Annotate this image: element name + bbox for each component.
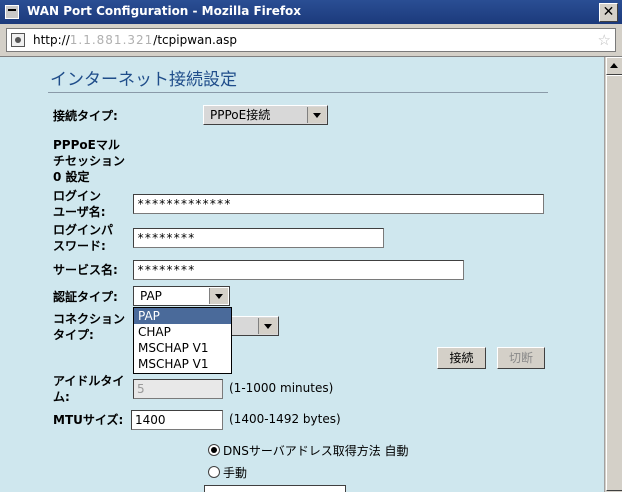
connection-mode-label-line: コネクション: [53, 312, 126, 326]
login-user-label: ログイン ユーザ名:: [53, 188, 106, 220]
login-password-label-line: ログインパ: [53, 223, 114, 237]
login-user-input[interactable]: *************: [133, 194, 544, 214]
scrollbar-thumb[interactable]: [606, 75, 622, 491]
service-name-input[interactable]: ********: [133, 260, 464, 280]
auth-option-pap[interactable]: PAP: [134, 308, 231, 324]
auth-type-dropdown-list[interactable]: PAP CHAP MSCHAP V1 MSCHAP V1: [133, 307, 232, 374]
chevron-down-icon[interactable]: [258, 318, 277, 334]
page-content: インターネット接続設定 接続タイプ: PPPoE接続 PPPoEマル チセッショ…: [0, 57, 604, 492]
connection-mode-label: コネクション タイプ:: [53, 311, 125, 343]
window-menu-icon[interactable]: [5, 5, 19, 19]
connection-type-label: 接続タイプ:: [53, 109, 118, 123]
url-text[interactable]: http://1.1.881.321/tcpipwan.asp: [33, 33, 237, 47]
auth-option-mschap-v1[interactable]: MSCHAP V1: [134, 340, 231, 356]
mtu-input[interactable]: 1400: [131, 410, 223, 430]
idle-time-input[interactable]: 5: [133, 379, 223, 399]
login-password-input[interactable]: ********: [133, 228, 384, 248]
idle-time-hint: (1-1000 minutes): [229, 381, 334, 395]
multisession-label: PPPoEマル チセッション 0 設定: [53, 137, 125, 185]
dns-manual-radio[interactable]: [208, 466, 220, 478]
url-prefix: http://: [33, 33, 70, 47]
login-user-label-line: ユーザ名:: [53, 205, 106, 219]
vertical-scrollbar[interactable]: [604, 57, 622, 492]
connection-mode-label-line: タイプ:: [53, 328, 94, 342]
chevron-down-icon[interactable]: [209, 288, 228, 304]
connect-button[interactable]: 接続: [437, 347, 486, 369]
connection-type-select[interactable]: PPPoE接続: [203, 105, 328, 125]
site-identity-icon[interactable]: [11, 33, 25, 47]
idle-time-label-line: アイドルタイ: [53, 374, 125, 388]
disconnect-button[interactable]: 切断: [497, 347, 545, 369]
chevron-down-icon[interactable]: [307, 107, 326, 123]
page-title: インターネット接続設定: [50, 70, 237, 90]
idle-time-label-line: ム:: [53, 390, 70, 404]
multisession-label-line: 0 設定: [53, 170, 90, 184]
idle-time-label: アイドルタイ ム:: [53, 373, 124, 405]
window-titlebar: WAN Port Configuration - Mozilla Firefox…: [0, 0, 622, 24]
auth-option-chap[interactable]: CHAP: [134, 324, 231, 340]
login-password-label-line: スワード:: [53, 239, 106, 253]
auth-type-value: PAP: [140, 289, 162, 303]
dns-auto-label: DNSサーバアドレス取得方法 自動: [223, 444, 409, 458]
bookmark-star-icon[interactable]: ☆: [598, 31, 611, 49]
mtu-hint: (1400-1492 bytes): [229, 412, 341, 426]
auth-type-select[interactable]: PAP: [133, 286, 230, 306]
close-window-button[interactable]: ✕: [599, 3, 618, 22]
login-user-label-line: ログイン: [53, 189, 102, 203]
heading-divider: [48, 92, 548, 93]
auth-option-mschap-v1-second[interactable]: MSCHAP V1: [134, 356, 231, 372]
scroll-up-icon[interactable]: [606, 57, 622, 75]
login-password-label: ログインパ スワード:: [53, 222, 113, 254]
address-bar[interactable]: http://1.1.881.321/tcpipwan.asp ☆: [6, 28, 616, 52]
dns-auto-radio[interactable]: [208, 444, 220, 456]
url-host-obscured: 1.1.881.321: [69, 33, 154, 47]
auth-type-label: 認証タイプ:: [53, 290, 118, 304]
dns-server-input-partial[interactable]: [204, 485, 346, 492]
service-name-label: サービス名:: [53, 263, 118, 277]
window-title: WAN Port Configuration - Mozilla Firefox: [27, 4, 302, 18]
dns-manual-label: 手動: [223, 466, 248, 480]
url-path: /tcpipwan.asp: [153, 33, 238, 47]
mtu-label: MTUサイズ:: [53, 413, 124, 427]
navigation-toolbar: http://1.1.881.321/tcpipwan.asp ☆: [0, 24, 622, 57]
connection-type-value: PPPoE接続: [210, 108, 271, 122]
multisession-label-line: チセッション: [53, 154, 126, 168]
multisession-label-line: PPPoEマル: [53, 138, 120, 152]
